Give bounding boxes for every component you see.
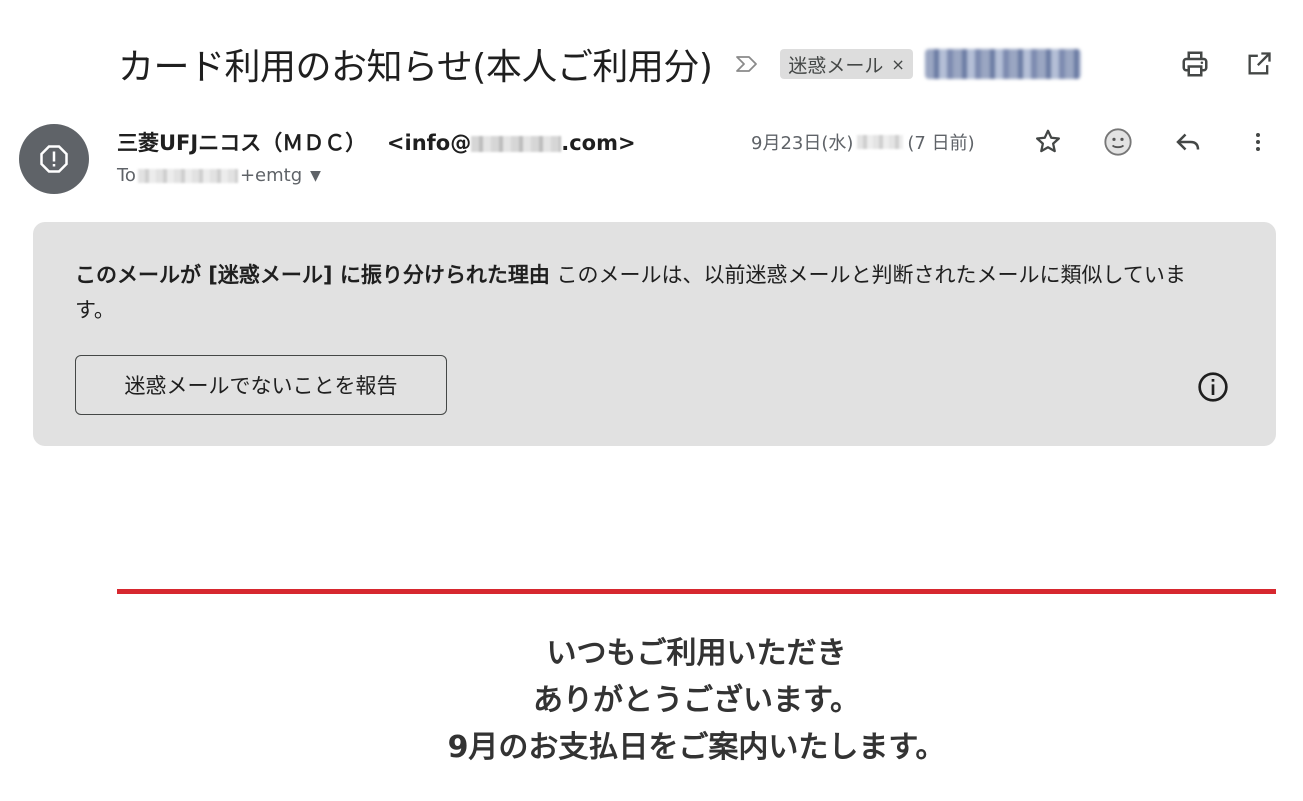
sender-line: 三菱UFJニコス（ＭＤＣ） <info@ .com> [117, 127, 636, 157]
spam-reason: このメールが [迷惑メール] に振り分けられた理由 このメールは、以前迷惑メール… [75, 258, 1225, 328]
more-vert-icon[interactable] [1240, 124, 1276, 160]
spam-warning-banner: このメールが [迷惑メール] に振り分けられた理由 このメールは、以前迷惑メール… [33, 222, 1276, 446]
avatar[interactable] [19, 124, 89, 194]
body-line: 9月のお支払日をご案内いたします。 [447, 730, 946, 765]
report-not-spam-button[interactable]: 迷惑メールでないことを報告 [75, 355, 447, 415]
open-in-new-icon[interactable] [1241, 46, 1277, 82]
chevron-down-icon[interactable]: ▼ [310, 168, 321, 184]
message-date: 9月23日(水) (7 日前) [751, 129, 975, 155]
redacted-time [857, 135, 904, 149]
email-subject: カード利用のお知らせ(本人ご利用分) [118, 47, 713, 88]
redacted-label-chip[interactable] [924, 49, 1081, 79]
label-chip-spam[interactable]: 迷惑メール × [780, 49, 913, 79]
to-prefix: To [117, 165, 136, 186]
email-view: カード利用のお知らせ(本人ご利用分) 迷惑メール × 三菱UFJニコス（ＭＤＣ）… [0, 0, 1303, 801]
sender-email[interactable]: <info@ .com> [387, 131, 636, 155]
body-line: ありがとうございます。 [533, 683, 860, 718]
spam-reason-title: このメールが [迷惑メール] に振り分けられた理由 [75, 263, 550, 287]
body-accent-rule [117, 589, 1276, 594]
label-remove-button[interactable]: × [891, 55, 904, 74]
recipient-line: To +emtg ▼ [117, 165, 321, 186]
spam-warning-icon [40, 145, 68, 173]
date-suffix: (7 日前) [907, 133, 975, 154]
message-actions [1030, 124, 1276, 160]
label-chip-text: 迷惑メール [788, 54, 884, 77]
emoji-icon[interactable] [1100, 124, 1136, 160]
sender-name[interactable]: 三菱UFJニコス（ＭＤＣ） [117, 131, 366, 155]
sender-email-prefix: <info@ [386, 131, 472, 155]
star-icon[interactable] [1030, 124, 1066, 160]
date-prefix: 9月23日(水) [751, 133, 854, 154]
print-icon[interactable] [1177, 46, 1213, 82]
body-line: いつもご利用いただき [546, 636, 847, 671]
header-actions [1177, 46, 1277, 82]
sender-email-suffix: .com> [561, 131, 636, 155]
label-arrow-icon[interactable] [734, 51, 760, 77]
to-suffix: +emtg [239, 165, 303, 186]
reply-icon[interactable] [1170, 124, 1206, 160]
info-icon[interactable] [1196, 370, 1230, 404]
email-body-greeting: いつもご利用いただき ありがとうございます。 9月のお支払日をご案内いたします。 [117, 630, 1276, 771]
subject-row: カード利用のお知らせ(本人ご利用分) 迷惑メール × [118, 36, 1283, 92]
redacted-domain [471, 136, 562, 152]
redacted-recipient [137, 168, 238, 183]
